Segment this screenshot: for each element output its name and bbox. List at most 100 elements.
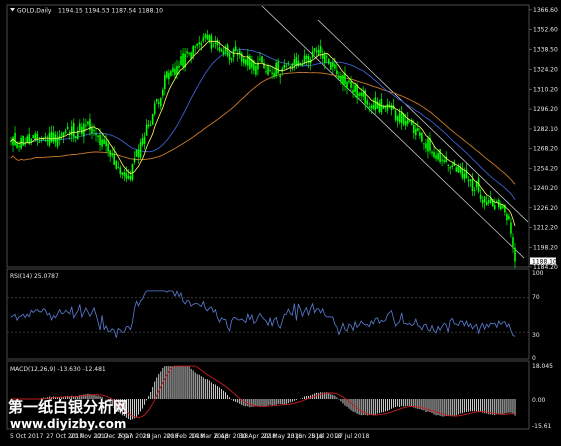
candle-body xyxy=(479,194,482,200)
candle-body xyxy=(230,58,233,61)
candle-body xyxy=(366,100,369,105)
candle-body xyxy=(85,125,87,127)
candle-body xyxy=(113,153,116,165)
candle-body xyxy=(311,51,314,58)
candle-body xyxy=(346,81,348,88)
candle-body xyxy=(147,124,150,127)
candle-body xyxy=(506,214,508,221)
candle-body xyxy=(378,102,381,113)
rsi-level-30: 30 xyxy=(532,332,540,339)
candle-body xyxy=(74,136,77,139)
candle-body xyxy=(259,58,261,60)
candle-body xyxy=(182,53,184,67)
candle-body xyxy=(210,35,213,49)
candle-body xyxy=(360,92,362,96)
candle-body xyxy=(327,58,330,64)
date-tick-label: 5 Oct 2017 xyxy=(10,433,43,440)
candle-body xyxy=(234,46,237,51)
candle-body xyxy=(338,75,340,79)
ohlc-values: 1194.15 1194.53 1187.54 1188.10 xyxy=(58,8,163,15)
candle-body xyxy=(514,247,516,262)
candle-body xyxy=(271,72,273,74)
candle-body xyxy=(352,89,354,93)
candle-body xyxy=(431,151,433,154)
candle-body xyxy=(129,176,132,180)
candle-body xyxy=(72,122,75,138)
candle-body xyxy=(435,155,437,159)
date-tick-label: 27 Jul 2018 xyxy=(335,433,369,440)
candle-body xyxy=(97,135,99,137)
candle-body xyxy=(30,138,33,142)
candle-body xyxy=(455,167,458,172)
price-tick-label: 1240.20 xyxy=(533,185,558,192)
candle-body xyxy=(340,75,342,82)
candle-body xyxy=(81,126,83,135)
candle-body xyxy=(36,133,39,140)
candle-body xyxy=(285,65,288,67)
rsi-level-100: 100 xyxy=(532,270,544,277)
macd-level-low: -15.61 xyxy=(532,423,552,430)
candle-body xyxy=(174,68,176,75)
candle-body xyxy=(287,63,290,65)
chart-canvas[interactable]: 1366.60 1352.60 1338.50 1324.20 1310.20 1296.… xyxy=(0,0,561,446)
chart-window: 1366.60 1352.60 1338.50 1324.20 1310.20 1296.… xyxy=(0,0,561,446)
candle-body xyxy=(135,149,138,157)
candle-body xyxy=(382,106,385,109)
candle-body xyxy=(269,70,271,72)
candle-body xyxy=(358,93,360,96)
candle-body xyxy=(212,45,215,47)
candle-body xyxy=(279,75,282,78)
candle-body xyxy=(133,158,136,163)
candle-body xyxy=(139,142,142,158)
candle-body xyxy=(417,127,419,132)
candle-body xyxy=(117,167,120,169)
candle-body xyxy=(412,124,415,134)
candle-body xyxy=(208,35,211,42)
candle-body xyxy=(192,45,194,57)
candle-body xyxy=(60,133,63,136)
candle-body xyxy=(111,153,114,156)
candle-body xyxy=(483,196,486,203)
candle-body xyxy=(52,132,55,142)
candle-body xyxy=(325,56,328,58)
candle-body xyxy=(415,129,417,136)
candle-body xyxy=(26,136,28,143)
candle-body xyxy=(188,52,190,55)
candle-body xyxy=(204,34,207,38)
candle-body xyxy=(103,139,105,145)
candle-body xyxy=(485,201,488,205)
candle-body xyxy=(449,167,452,169)
candle-body xyxy=(510,222,512,234)
candle-body xyxy=(131,163,134,180)
candle-body xyxy=(220,49,223,52)
candle-body xyxy=(155,99,158,102)
candle-body xyxy=(303,55,306,63)
candle-body xyxy=(390,104,393,111)
candle-body xyxy=(313,48,316,52)
candle-body xyxy=(70,126,73,136)
price-tick-label: 1366.60 xyxy=(533,7,558,14)
candle-body xyxy=(127,175,130,179)
candle-body xyxy=(408,121,411,123)
candle-body xyxy=(99,134,101,145)
candle-body xyxy=(425,143,427,149)
candle-body xyxy=(473,190,476,192)
candle-body xyxy=(433,152,435,158)
price-tick-label: 1254.20 xyxy=(533,165,558,172)
candle-body xyxy=(123,172,126,176)
candle-body xyxy=(332,62,334,67)
candle-body xyxy=(226,44,229,56)
candle-body xyxy=(214,42,217,44)
candle-body xyxy=(447,164,450,166)
candle-body xyxy=(502,206,504,209)
candle-body xyxy=(137,150,140,158)
candle-body xyxy=(319,46,322,53)
candle-body xyxy=(46,139,49,142)
price-tick-label: 1338.50 xyxy=(533,46,558,53)
candle-body xyxy=(265,71,267,73)
candle-body xyxy=(275,62,277,77)
candle-body xyxy=(427,138,429,152)
price-tick-label: 1198.20 xyxy=(533,244,558,251)
candle-body xyxy=(323,53,326,63)
candle-body xyxy=(186,51,188,54)
